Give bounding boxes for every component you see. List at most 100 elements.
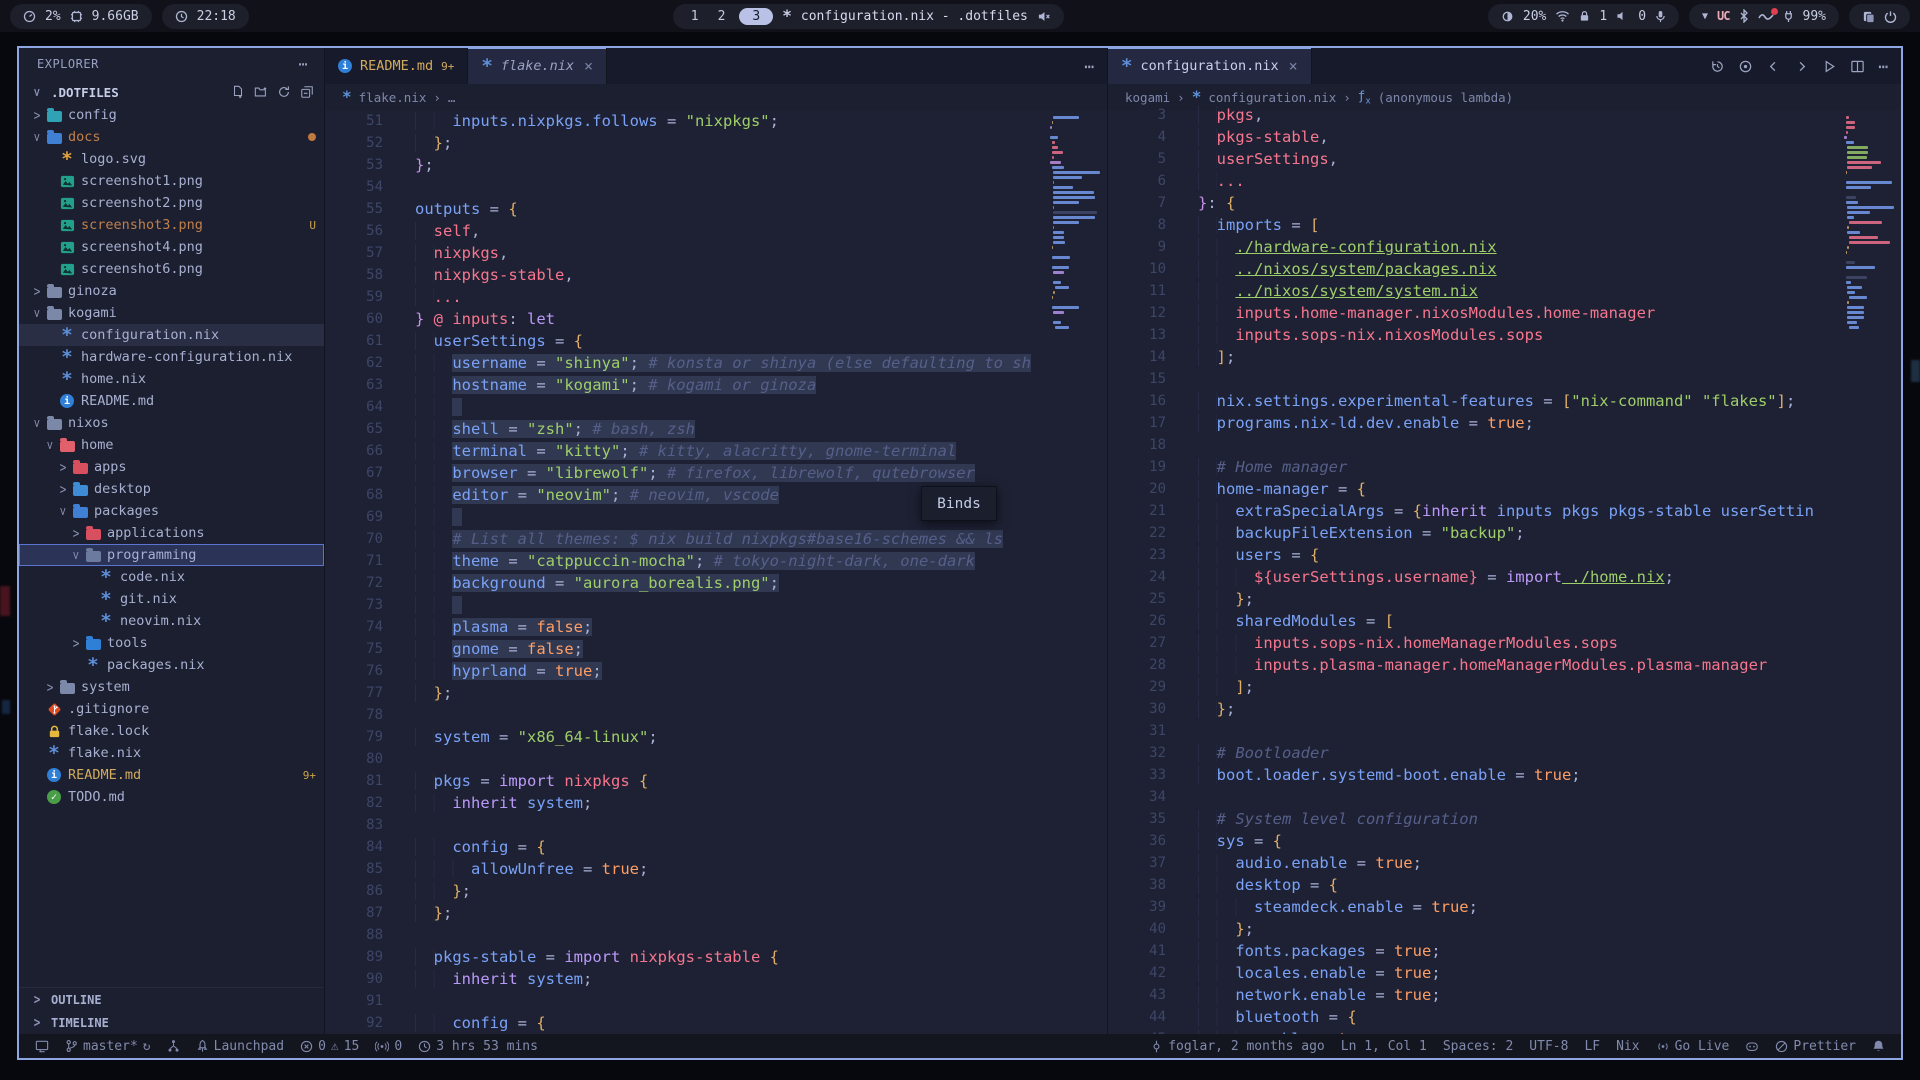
code-editor-configuration[interactable]: 3 pkgs,4 pkgs-stable,5 userSettings,6 ..… [1108,104,1841,1034]
line-number[interactable]: 79 [325,726,383,748]
wakatime-button[interactable]: 3 hrs 53 mins [412,1039,544,1054]
bluetooth-icon[interactable] [1739,9,1749,23]
line-number[interactable]: 23 [1108,544,1166,566]
tree-item-docs[interactable]: >docs [19,126,324,148]
line-number[interactable]: 77 [325,682,383,704]
line-number[interactable]: 82 [325,792,383,814]
eol-button[interactable]: LF [1578,1039,1606,1054]
tree-item-git-nix[interactable]: *git.nix [19,588,324,610]
tray-uc-icon[interactable]: UC [1717,9,1729,23]
minimap[interactable] [1047,110,1107,1034]
line-number[interactable]: 3 [1108,104,1166,126]
tree-item-flake-lock[interactable]: flake.lock [19,720,324,742]
line-number[interactable]: 87 [325,902,383,924]
line-number[interactable]: 15 [1108,368,1166,390]
back-icon[interactable] [1766,59,1781,74]
line-number[interactable]: 61 [325,330,383,352]
line-number[interactable]: 66 [325,440,383,462]
breadcrumb-symbol[interactable]: (anonymous lambda) [1378,90,1513,105]
timeline-section[interactable]: > TIMELINE [19,1011,324,1034]
line-number[interactable]: 6 [1108,170,1166,192]
tree-item-code-nix[interactable]: *code.nix [19,566,324,588]
line-number[interactable]: 44 [1108,1006,1166,1028]
line-number[interactable]: 18 [1108,434,1166,456]
tree-item-neovim-nix[interactable]: *neovim.nix [19,610,324,632]
line-number[interactable]: 62 [325,352,383,374]
tree-item-kogami[interactable]: >kogami [19,302,324,324]
notifications-button[interactable] [1866,1039,1891,1053]
breadcrumb-ellipsis[interactable]: … [448,90,456,105]
forward-icon[interactable] [1794,59,1809,74]
tree-item-programming[interactable]: >programming [19,544,324,566]
line-number[interactable]: 72 [325,572,383,594]
line-number[interactable]: 57 [325,242,383,264]
line-number[interactable]: 33 [1108,764,1166,786]
line-number[interactable]: 90 [325,968,383,990]
problems-button[interactable]: 0 ⚠ 15 [294,1039,365,1054]
timeline-icon[interactable] [1710,59,1725,74]
tree-item-nixos[interactable]: >nixos [19,412,324,434]
breadcrumb-folder[interactable]: kogami [1125,90,1170,105]
tree-item-flake-nix[interactable]: *flake.nix [19,742,324,764]
line-number[interactable]: 83 [325,814,383,836]
line-number[interactable]: 20 [1108,478,1166,500]
clipboard-icon[interactable] [1862,10,1875,23]
line-number[interactable]: 70 [325,528,383,550]
line-number[interactable]: 54 [325,176,383,198]
collapse-folders-icon[interactable] [300,85,314,99]
line-number[interactable]: 10 [1108,258,1166,280]
tree-item-screenshot3-png[interactable]: screenshot3.pngU [19,214,324,236]
git-graph-button[interactable] [161,1039,186,1053]
line-number[interactable]: 7 [1108,192,1166,214]
encoding-button[interactable]: UTF-8 [1523,1039,1574,1054]
tree-item-apps[interactable]: >apps [19,456,324,478]
line-number[interactable]: 11 [1108,280,1166,302]
breadcrumb-left[interactable]: * flake.nix › … [325,84,1107,110]
tree-item-packages-nix[interactable]: *packages.nix [19,654,324,676]
line-number[interactable]: 78 [325,704,383,726]
line-number[interactable]: 43 [1108,984,1166,1006]
git-branch-button[interactable]: master* ↻ [59,1039,157,1054]
line-number[interactable]: 17 [1108,412,1166,434]
line-number[interactable]: 55 [325,198,383,220]
tree-item-home-nix[interactable]: *home.nix [19,368,324,390]
tree-item-todo-md[interactable]: ✓TODO.md [19,786,324,808]
line-number[interactable]: 27 [1108,632,1166,654]
line-number[interactable]: 25 [1108,588,1166,610]
tree-item-tools[interactable]: >tools [19,632,324,654]
copilot-button[interactable] [1739,1040,1765,1053]
outline-section[interactable]: > OUTLINE [19,988,324,1011]
tree-item-home[interactable]: >home [19,434,324,456]
line-number[interactable]: 52 [325,132,383,154]
workspace-1[interactable]: 1 [686,9,704,24]
indentation-button[interactable]: Spaces: 2 [1437,1039,1519,1054]
tree-item-configuration-nix[interactable]: *configuration.nix [19,324,324,346]
line-number[interactable]: 88 [325,924,383,946]
tree-item-screenshot1-png[interactable]: screenshot1.png [19,170,324,192]
tree-item-readme-md[interactable]: iREADME.md9+ [19,764,324,786]
tree-item--gitignore[interactable]: .gitignore [19,698,324,720]
line-number[interactable]: 75 [325,638,383,660]
line-number[interactable]: 51 [325,110,383,132]
workspace-2[interactable]: 2 [713,9,731,24]
line-number[interactable]: 56 [325,220,383,242]
new-file-icon[interactable] [231,85,245,99]
line-number[interactable]: 58 [325,264,383,286]
tray-expand-icon[interactable]: ▼ [1702,11,1708,22]
line-number[interactable]: 76 [325,660,383,682]
close-tab-icon[interactable]: × [1289,57,1298,75]
line-number[interactable]: 29 [1108,676,1166,698]
line-number[interactable]: 8 [1108,214,1166,236]
line-number[interactable]: 37 [1108,852,1166,874]
tree-item-screenshot4-png[interactable]: screenshot4.png [19,236,324,258]
line-number[interactable]: 91 [325,990,383,1012]
system-stats-pill[interactable]: 2% 9.66GB [10,4,152,29]
line-number[interactable]: 71 [325,550,383,572]
line-number[interactable]: 42 [1108,962,1166,984]
launchpad-button[interactable]: Launchpad [190,1039,290,1054]
tree-item-ginoza[interactable]: >ginoza [19,280,324,302]
power-icon[interactable] [1884,10,1897,23]
workspace-3-active[interactable]: 3 [739,8,773,25]
remote-window-button[interactable] [29,1040,55,1053]
cursor-position-button[interactable]: Ln 1, Col 1 [1335,1039,1433,1054]
